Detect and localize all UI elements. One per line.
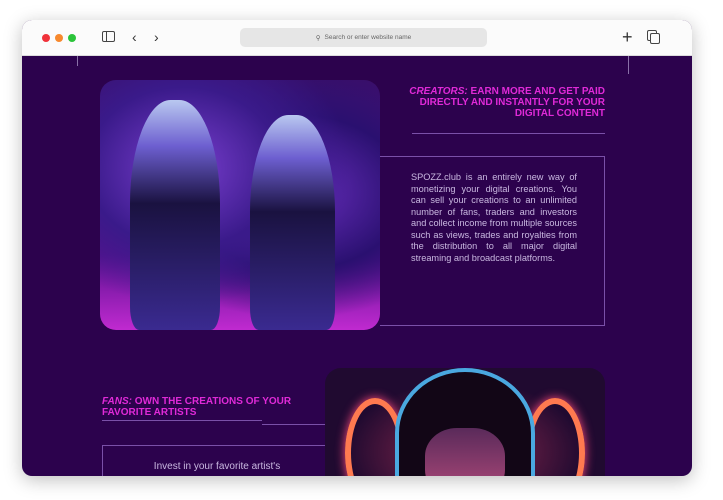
forward-icon[interactable]: ›: [154, 30, 159, 44]
new-tab-icon[interactable]: +: [622, 28, 633, 46]
divider: [412, 133, 605, 134]
address-placeholder: Search or enter website name: [324, 34, 412, 41]
address-bar[interactable]: ⚲ Search or enter website name: [240, 28, 487, 47]
tabs-overview-icon[interactable]: [650, 33, 660, 44]
fans-image: [325, 368, 605, 476]
creators-description: SPOZZ.club is an entirely new way of mon…: [411, 172, 577, 263]
creators-image: [100, 80, 380, 330]
maximize-window-button[interactable]: [68, 34, 76, 42]
divider: [262, 424, 325, 425]
minimize-window-button[interactable]: [55, 34, 63, 42]
search-icon: ⚲: [315, 34, 321, 42]
fans-description: Invest in your favorite artist's: [153, 461, 281, 472]
fans-heading: FANS: OWN THE CREATIONS OF YOUR FAVORITE…: [102, 396, 292, 418]
sidebar-toggle-icon[interactable]: [102, 31, 115, 42]
back-icon[interactable]: ‹: [132, 30, 137, 44]
divider: [628, 56, 629, 74]
page-content: CREATORS: EARN MORE AND GET PAID DIRECTL…: [22, 56, 692, 476]
creators-heading: CREATORS: EARN MORE AND GET PAID DIRECTL…: [409, 86, 605, 119]
divider: [77, 56, 78, 66]
close-window-button[interactable]: [42, 34, 50, 42]
divider: [102, 420, 262, 421]
browser-window: ‹ › ⚲ Search or enter website name + CREA…: [22, 20, 692, 476]
browser-toolbar: ‹ › ⚲ Search or enter website name +: [22, 20, 692, 56]
